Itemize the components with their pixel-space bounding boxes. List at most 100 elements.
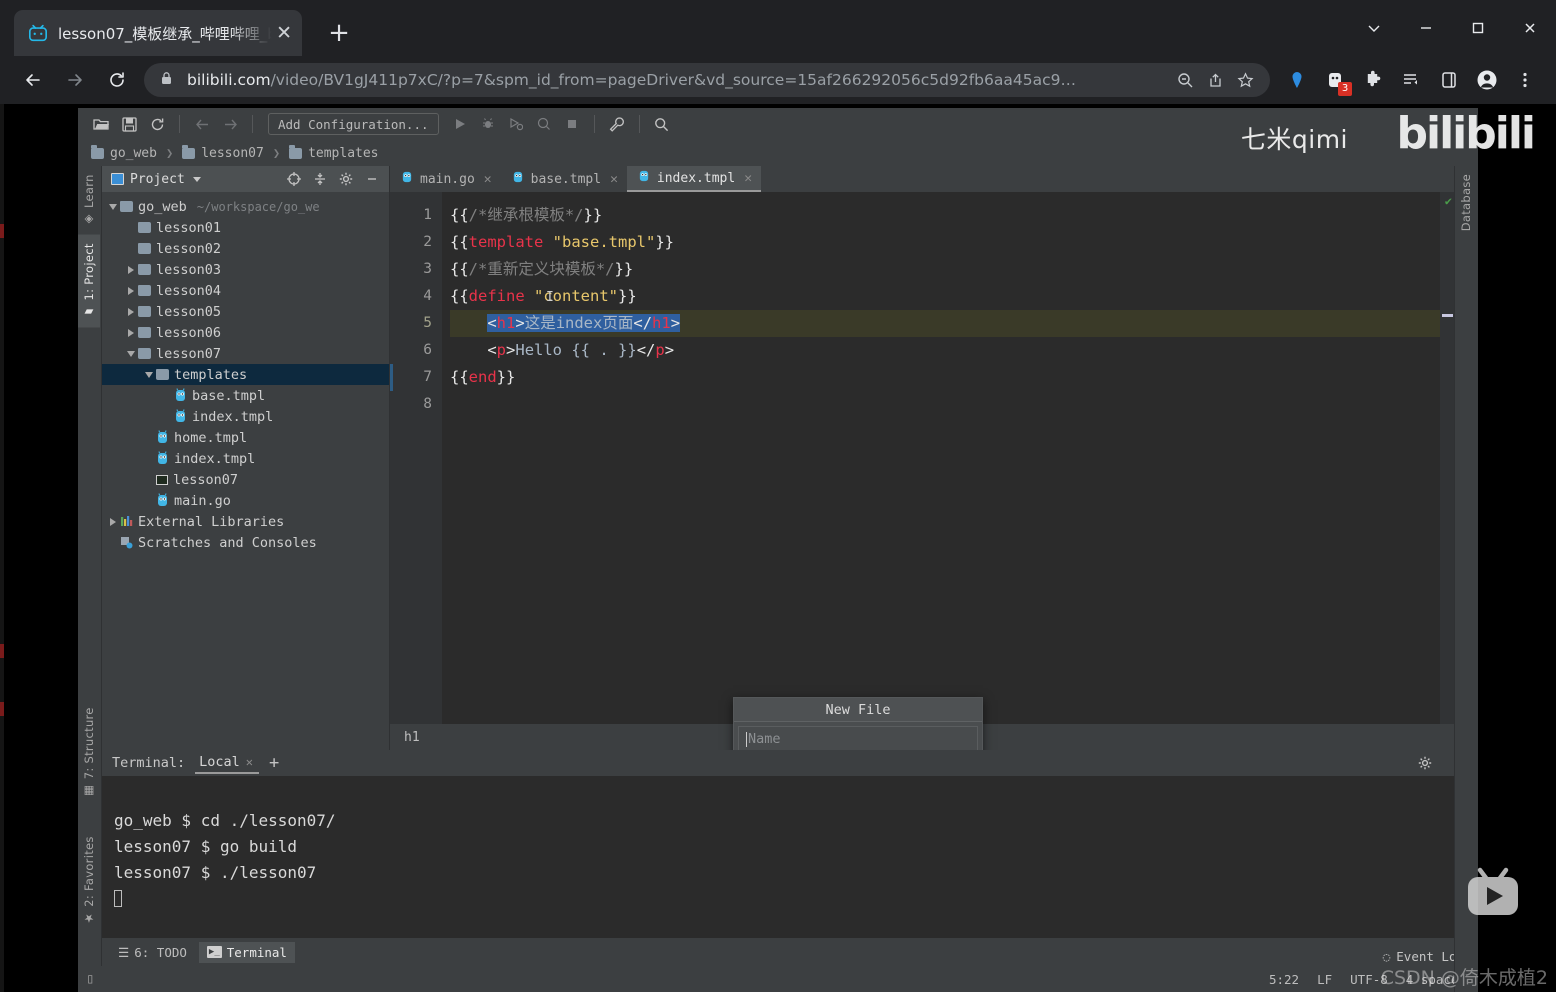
search-icon[interactable] [649, 111, 675, 137]
chevron-down-icon[interactable] [142, 371, 156, 378]
tree-item-go-web[interactable]: go_web ~/workspace/go_we [102, 196, 389, 217]
code-content[interactable]: {{/*继承根模板*/}} {{template "base.tmpl"}} {{/… [442, 192, 1454, 724]
code-line[interactable]: {{/*重新定义块模板*/}} [450, 256, 1454, 283]
sidebar-item-structure[interactable]: ▦ 7: Structure [78, 699, 100, 806]
terminal-output[interactable]: go_web $ cd ./lesson07/ lesson07 $ go bu… [102, 776, 1478, 938]
code-area[interactable]: 12345678 {{/*继承根模板*/}} {{template "base.t… [390, 192, 1454, 724]
tree-item-lesson07[interactable]: lesson07 [102, 469, 389, 490]
add-terminal-button[interactable]: + [269, 755, 279, 772]
profile-run-icon[interactable] [531, 111, 557, 137]
code-line[interactable]: <p>Hello {{ . }}</p> [450, 337, 1454, 364]
tree-item-lesson02[interactable]: lesson02 [102, 238, 389, 259]
window-maximize-icon[interactable] [1452, 0, 1504, 56]
ide-forward-icon[interactable] [217, 111, 243, 137]
close-icon[interactable]: ✕ [246, 755, 253, 769]
close-icon[interactable]: ✕ [610, 172, 618, 187]
sidebar-item-favorites[interactable]: ★ 2: Favorites [78, 828, 100, 934]
project-tree[interactable]: go_web ~/workspace/go_we lesson01 lesson02 l… [102, 192, 389, 750]
close-icon[interactable]: ✕ [744, 171, 752, 186]
line-separator[interactable]: LF [1317, 972, 1332, 987]
more-menu-icon[interactable] [1506, 61, 1544, 99]
pin-icon[interactable] [1278, 61, 1316, 99]
breadcrumb-item-go_web[interactable]: go_web [88, 144, 160, 161]
chevron-right-icon[interactable] [124, 307, 138, 316]
tree-item-lesson07[interactable]: lesson07 [102, 343, 389, 364]
code-line[interactable]: <h1>这是index页面</h1> [450, 310, 1454, 337]
chevron-down-icon[interactable] [106, 203, 120, 210]
ide-back-icon[interactable] [189, 111, 215, 137]
tree-item-lesson03[interactable]: lesson03 [102, 259, 389, 280]
editor-tab-base-tmpl[interactable]: base.tmpl ✕ [501, 166, 627, 192]
run-coverage-icon[interactable] [503, 111, 529, 137]
sync-icon[interactable] [144, 111, 170, 137]
share-icon[interactable] [1200, 65, 1230, 95]
new-tab-button[interactable]: + [322, 18, 356, 50]
tree-item-base-tmpl[interactable]: base.tmpl [102, 385, 389, 406]
editor-tab-main-go[interactable]: main.go ✕ [390, 166, 501, 192]
chevron-right-icon[interactable] [106, 517, 120, 526]
editor-tab-bar[interactable]: main.go ✕ base.tmpl ✕ index.tmpl ✕ [390, 166, 1454, 192]
code-line[interactable]: {{template "base.tmpl"}} [450, 229, 1454, 256]
stop-icon[interactable] [559, 111, 585, 137]
window-minimize-icon[interactable] [1400, 0, 1452, 56]
reload-icon[interactable] [96, 59, 138, 101]
breadcrumb-item-lesson07[interactable]: lesson07 [179, 144, 267, 161]
profile-avatar-icon[interactable] [1468, 61, 1506, 99]
tool-window-terminal[interactable]: ▶_ Terminal [198, 941, 295, 963]
memory-icon[interactable]: ▯ [86, 971, 94, 987]
project-panel-title-group[interactable]: Project [111, 172, 185, 187]
window-close-icon[interactable] [1504, 0, 1556, 56]
hide-panel-icon[interactable] [361, 168, 383, 190]
close-icon[interactable]: ✕ [484, 172, 492, 187]
sidebar-item-learn[interactable]: ◈ Learn [78, 166, 100, 235]
chevron-down-icon[interactable] [192, 176, 201, 182]
browser-tab[interactable]: lesson07_模板继承_哔哩哔哩_bi ✕ [14, 10, 302, 56]
close-icon[interactable]: ✕ [272, 23, 292, 43]
extension-badge-icon[interactable]: 3 [1316, 61, 1354, 99]
terminal-tab-local[interactable]: Local ✕ [195, 752, 260, 774]
side-panel-icon[interactable] [1430, 61, 1468, 99]
tool-window-todo[interactable]: ☰ 6: TODO [110, 942, 195, 963]
sidebar-item-database[interactable]: Database [1455, 166, 1477, 239]
event-log-button[interactable]: ◌ Event Log [1383, 949, 1464, 964]
code-line[interactable]: {{define "content"}} I [450, 283, 1454, 310]
editor-tab-index-tmpl[interactable]: index.tmpl ✕ [626, 166, 762, 192]
address-bar[interactable]: bilibili.com/video/BV1gJ411p7xC/?p=7&spm… [144, 63, 1270, 97]
run-configuration-selector[interactable]: Add Configuration... [268, 113, 439, 135]
tree-item-scratches-and-consoles[interactable]: Scratches and Consoles [102, 532, 389, 553]
forward-icon[interactable] [54, 59, 96, 101]
collapse-all-icon[interactable] [309, 168, 331, 190]
breadcrumb-item-templates[interactable]: templates [286, 144, 381, 161]
open-folder-icon[interactable] [88, 111, 114, 137]
tree-item-main-go[interactable]: main.go [102, 490, 389, 511]
wrench-icon[interactable] [604, 111, 630, 137]
chevron-down-icon[interactable] [1348, 0, 1400, 56]
puzzle-icon[interactable] [1354, 61, 1392, 99]
tree-item-lesson04[interactable]: lesson04 [102, 280, 389, 301]
chevron-right-icon[interactable] [124, 286, 138, 295]
chevron-down-icon[interactable] [124, 350, 138, 357]
gear-icon[interactable] [335, 168, 357, 190]
zoom-out-icon[interactable] [1170, 65, 1200, 95]
gear-icon[interactable] [1414, 752, 1436, 774]
marker-scrollbar[interactable]: ✔ [1440, 192, 1454, 724]
back-icon[interactable] [12, 59, 54, 101]
bookmark-star-icon[interactable] [1230, 65, 1260, 95]
run-icon[interactable] [447, 111, 473, 137]
caret-position[interactable]: 5:22 [1269, 972, 1299, 987]
reading-list-icon[interactable] [1392, 61, 1430, 99]
code-line[interactable] [450, 391, 1454, 418]
chevron-right-icon[interactable] [124, 328, 138, 337]
tree-item-lesson05[interactable]: lesson05 [102, 301, 389, 322]
debug-icon[interactable] [475, 111, 501, 137]
tree-item-external-libraries[interactable]: External Libraries [102, 511, 389, 532]
video-player-area[interactable]: Add Configuration... go_web ❯ lesson07 ❯… [0, 104, 1556, 992]
sidebar-item-project[interactable]: ▰ 1: Project [78, 234, 100, 328]
tree-item-templates[interactable]: templates [102, 364, 389, 385]
tree-item-index-tmpl[interactable]: index.tmpl [102, 406, 389, 427]
save-icon[interactable] [116, 111, 142, 137]
tree-item-index-tmpl[interactable]: index.tmpl [102, 448, 389, 469]
tree-item-lesson06[interactable]: lesson06 [102, 322, 389, 343]
tree-item-lesson01[interactable]: lesson01 [102, 217, 389, 238]
new-file-name-input[interactable]: Name [738, 726, 978, 752]
